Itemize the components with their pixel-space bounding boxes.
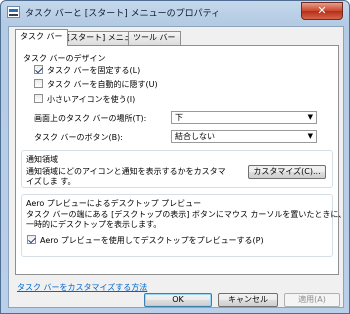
aero-peek-description-line2: 一時的にデスクトップを表示します。 bbox=[26, 220, 162, 229]
customize-taskbar-help-link[interactable]: タスク バーをカスタマイズする方法 bbox=[17, 282, 147, 293]
dropdown-arrow-icon: ▼ bbox=[307, 113, 313, 121]
notification-area-description: 通知領域にどのアイコンと通知を表示するかをカスタマイズしま す。 bbox=[26, 167, 226, 186]
tab-toolbars[interactable]: ツール バー bbox=[128, 31, 181, 45]
properties-window: タスク バーと [スタート] メニューのプロパティ ✕ タスク バー [スタート… bbox=[0, 0, 350, 314]
aero-peek-group: Aero プレビューによるデスクトップ プレビュー タスク バーの端にある [デ… bbox=[21, 194, 346, 257]
apply-button[interactable]: 適用(A) bbox=[284, 293, 340, 307]
taskbar-location-label: 画面上のタスク バーの場所(T): bbox=[34, 114, 147, 123]
dropdown-arrow-icon: ▼ bbox=[307, 132, 313, 140]
checkbox-box[interactable] bbox=[34, 79, 43, 88]
aero-peek-label: Aero プレビューを使用してデスクトップをプレビューする(P) bbox=[40, 236, 264, 245]
aero-peek-description-line1: タスク バーの端にある [デスクトップの表示] ボタンにマウス カーソルを置いた… bbox=[26, 210, 347, 219]
dialog-client-area: タスク バー [スタート] メニュー ツール バー タスク バーのデザイン タス… bbox=[8, 26, 346, 308]
lock-taskbar-label: タスク バーを固定する(L) bbox=[47, 66, 141, 75]
taskbar-design-heading: タスク バーのデザイン bbox=[23, 54, 106, 63]
customize-button[interactable]: カスタマイズ(C)... bbox=[248, 165, 326, 179]
checkbox-box[interactable] bbox=[27, 235, 36, 244]
checkbox-box[interactable] bbox=[34, 65, 43, 74]
notification-area-heading: 通知領域 bbox=[26, 155, 58, 164]
checkbox-box[interactable] bbox=[34, 94, 43, 103]
cancel-button[interactable]: キャンセル bbox=[218, 293, 278, 307]
notification-area-group: 通知領域 通知領域にどのアイコンと通知を表示するかをカスタマイズしま す。 カス… bbox=[21, 150, 333, 188]
taskbar-buttons-label: タスク バーのボタン(B): bbox=[34, 133, 123, 142]
title-bar[interactable]: タスク バーと [スタート] メニューのプロパティ ✕ bbox=[1, 1, 349, 25]
window-title: タスク バーと [スタート] メニューのプロパティ bbox=[25, 9, 221, 19]
tab-panel-taskbar: タスク バーのデザイン タスク バーを固定する(L) タスク バーを自動的に隠す… bbox=[15, 45, 346, 275]
tab-taskbar[interactable]: タスク バー bbox=[15, 29, 68, 46]
close-button[interactable]: ✕ bbox=[301, 2, 343, 20]
taskbar-location-dropdown[interactable]: 下 ▼ bbox=[171, 111, 317, 124]
aero-peek-heading: Aero プレビューによるデスクトップ プレビュー bbox=[26, 199, 202, 208]
ok-button[interactable]: OK bbox=[144, 293, 212, 307]
small-icons-label: 小さいアイコンを使う(I) bbox=[47, 95, 136, 104]
autohide-taskbar-label: タスク バーを自動的に隠す(U) bbox=[47, 80, 158, 89]
taskbar-buttons-dropdown[interactable]: 結合しない ▼ bbox=[171, 130, 317, 143]
taskbar-properties-icon bbox=[7, 6, 20, 18]
taskbar-location-value: 下 bbox=[175, 113, 183, 122]
taskbar-buttons-value: 結合しない bbox=[175, 132, 215, 141]
